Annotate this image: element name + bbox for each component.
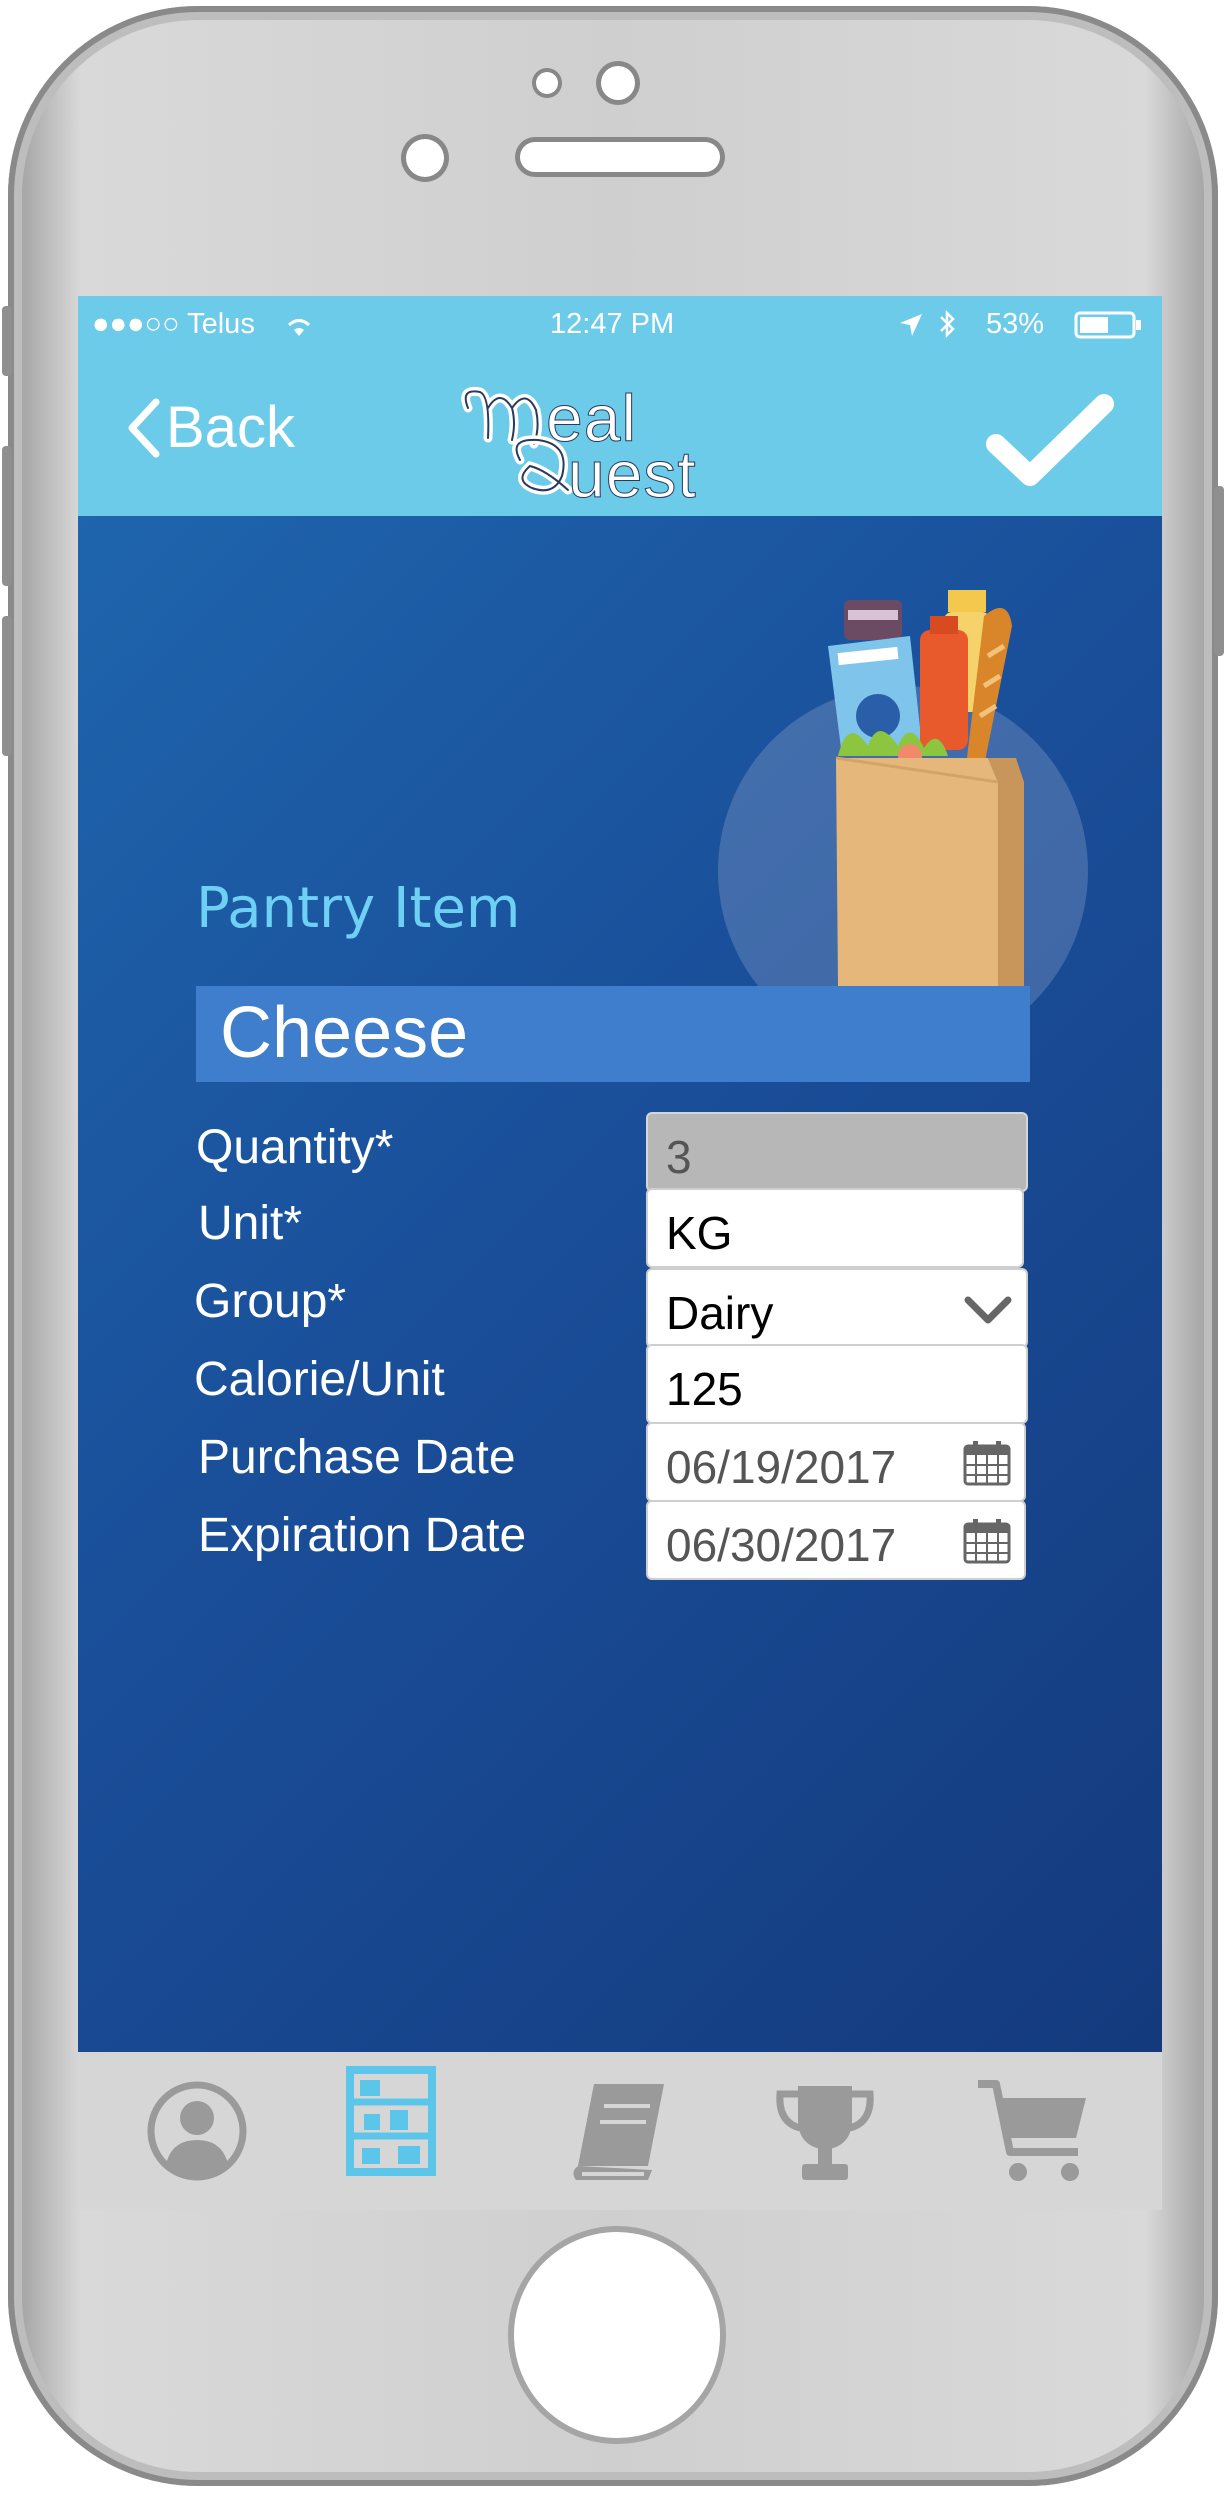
- proximity-sensor: [406, 139, 444, 177]
- unit-field[interactable]: KG: [646, 1188, 1024, 1268]
- calendar-icon[interactable]: [962, 1438, 1012, 1488]
- tab-profile[interactable]: [142, 2076, 252, 2186]
- power-button: [1214, 486, 1224, 656]
- location-icon: [900, 314, 922, 336]
- grocery-bag-icon: [828, 590, 1024, 986]
- app-screen: ●●●○○ Telus 12:47 PM 53% Back eal uest P…: [78, 296, 1162, 2210]
- section-title: Pantry Item: [196, 876, 521, 941]
- confirm-button[interactable]: [986, 392, 1116, 492]
- quantity-label: Quantity*: [196, 1121, 394, 1174]
- pantry-item-form: Pantry Item Cheese Quantity* 3 Unit* KG …: [78, 516, 1162, 2052]
- shopping-cart-icon: [978, 2080, 1086, 2181]
- chevron-left-icon: [128, 398, 160, 457]
- tab-shopping-cart[interactable]: [974, 2076, 1094, 2186]
- tab-bar: [78, 2052, 1162, 2210]
- item-name-field[interactable]: Cheese: [196, 986, 1030, 1082]
- group-value: Dairy: [666, 1287, 774, 1339]
- bluetooth-icon: [940, 309, 955, 339]
- sensor: [536, 72, 558, 94]
- volume-down-button: [2, 616, 12, 756]
- phone-frame: ●●●○○ Telus 12:47 PM 53% Back eal uest P…: [2, 6, 1224, 2486]
- tab-achievements[interactable]: [770, 2076, 880, 2186]
- calendar-icon[interactable]: [962, 1516, 1012, 1566]
- calorie-label: Calorie/Unit: [194, 1353, 445, 1406]
- checkmark-icon: [986, 394, 1114, 486]
- unit-label: Unit*: [198, 1197, 303, 1250]
- home-button[interactable]: [514, 2232, 720, 2438]
- carrier-label: ●●●○○ Telus: [92, 308, 255, 340]
- battery-percent: 53%: [986, 308, 1045, 340]
- group-select[interactable]: Dairy: [646, 1268, 1028, 1348]
- group-label: Group*: [194, 1275, 347, 1328]
- quantity-field: 3: [646, 1112, 1028, 1192]
- navigation-bar: Back eal uest: [78, 356, 1162, 516]
- earpiece-speaker: [520, 142, 720, 172]
- pantry-shelves-icon: [346, 2066, 436, 2176]
- quantity-value: 3: [666, 1131, 692, 1183]
- back-label: Back: [166, 395, 295, 460]
- expiration-date-field[interactable]: 06/30/2017: [646, 1500, 1026, 1580]
- expiration-date-label: Expiration Date: [198, 1509, 527, 1562]
- purchase-date-field[interactable]: 06/19/2017: [646, 1422, 1026, 1502]
- chevron-down-icon: [964, 1296, 1012, 1324]
- status-bar: ●●●○○ Telus 12:47 PM 53%: [78, 296, 1162, 356]
- back-button[interactable]: Back: [126, 394, 295, 461]
- logo-text-bottom: uest: [568, 437, 697, 512]
- wifi-icon: [287, 319, 311, 336]
- meal-quest-logo: eal uest: [450, 378, 780, 512]
- calorie-value: 125: [666, 1363, 743, 1415]
- expiration-date-value: 06/30/2017: [666, 1519, 897, 1571]
- profile-icon: [147, 2081, 247, 2181]
- tab-recipes[interactable]: [564, 2076, 674, 2186]
- clock: 12:47 PM: [550, 308, 675, 340]
- mute-switch: [2, 306, 12, 376]
- purchase-date-label: Purchase Date: [198, 1431, 516, 1484]
- tab-pantry[interactable]: [346, 2066, 456, 2176]
- volume-up-button: [2, 446, 12, 586]
- recipe-book-icon: [573, 2084, 664, 2180]
- front-camera: [601, 66, 635, 100]
- purchase-date-value: 06/19/2017: [666, 1441, 897, 1493]
- battery-icon: [1074, 311, 1141, 339]
- unit-value: KG: [666, 1207, 733, 1259]
- calorie-field[interactable]: 125: [646, 1344, 1028, 1424]
- item-name-value: Cheese: [220, 993, 469, 1073]
- trophy-icon: [776, 2086, 874, 2180]
